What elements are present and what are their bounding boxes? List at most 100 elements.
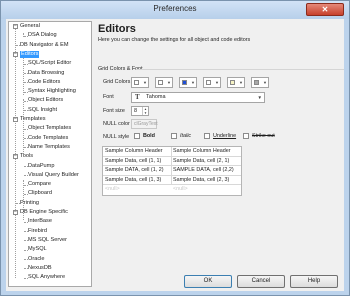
tree-connector xyxy=(24,193,28,195)
collapse-icon[interactable]: − xyxy=(13,117,18,122)
group-divider xyxy=(136,69,344,70)
spin-arrows-icon[interactable]: ▲ ▼ xyxy=(142,107,148,115)
tree-item[interactable]: MS SQL Server xyxy=(28,237,67,244)
bold-checkbox[interactable] xyxy=(134,133,140,139)
tree-item[interactable]: DB Engine Specific xyxy=(20,209,68,216)
tree-connector xyxy=(24,91,28,93)
chevron-down-icon: ▼ xyxy=(167,80,171,85)
tree-connector xyxy=(16,203,20,205)
close-button[interactable]: ✕ xyxy=(306,3,344,16)
tree-item[interactable]: Tools xyxy=(20,153,33,160)
table-cell: Sample Data, cell (2, 1) xyxy=(173,157,230,164)
tree-item[interactable]: Clipboard xyxy=(28,190,52,197)
column-divider xyxy=(171,147,172,185)
tree-connector xyxy=(24,240,28,242)
table-cell: Sample DATA, cell (1, 2) xyxy=(105,167,164,173)
null-style-label: NULL style xyxy=(103,134,130,140)
tree-item[interactable]: SQL Insight xyxy=(28,107,57,114)
collapse-icon[interactable]: − xyxy=(13,51,18,57)
tree-item[interactable]: Object Templates xyxy=(28,125,71,132)
tree-connector xyxy=(24,147,28,149)
tree-item[interactable]: Printing xyxy=(20,200,39,207)
tree-connector xyxy=(24,63,28,65)
table-cell: Sample Data, cell (1, 3) xyxy=(105,176,162,183)
null-cell: <null> xyxy=(105,186,120,192)
color-swatch xyxy=(182,80,187,85)
grid-color-picker-5[interactable]: ▼ xyxy=(227,77,245,88)
grid-color-picker-4[interactable]: ▼ xyxy=(203,77,221,88)
underline-checkbox[interactable] xyxy=(204,133,210,139)
tree-item[interactable]: Compare xyxy=(28,181,51,188)
grid-color-picker-6[interactable]: ▼ xyxy=(251,77,269,88)
truetype-font-icon: T xyxy=(135,93,140,101)
column-header: Sample Column Header xyxy=(105,148,163,154)
tree-item[interactable]: Object Editors xyxy=(28,97,63,104)
window-title: Preferences xyxy=(153,4,197,13)
tree-item[interactable]: Name Templates xyxy=(28,144,70,151)
tree-item[interactable]: Firebird xyxy=(28,228,47,235)
chevron-down-icon: ▼ xyxy=(239,80,243,85)
table-row: Sample Data, cell (1, 1) Sample Data, ce… xyxy=(103,157,241,166)
settings-tree[interactable]: General − DSA Dialog DB Navigator & EM Edito… xyxy=(8,21,92,287)
tree-item[interactable]: DSA Dialog xyxy=(28,32,57,39)
tree-item[interactable]: Editors xyxy=(20,50,40,59)
grid-color-picker-3[interactable]: ▼ xyxy=(179,77,197,88)
tree-connector xyxy=(24,73,28,74)
tree-item[interactable]: InterBase xyxy=(28,218,52,225)
color-swatch xyxy=(254,80,259,85)
tree-connector xyxy=(24,110,28,112)
tree-item[interactable]: Templates xyxy=(20,116,46,123)
font-size-input[interactable]: 8 ▲ ▼ xyxy=(131,106,149,116)
tree-connector xyxy=(24,82,28,84)
tree-item[interactable]: Data Browsing xyxy=(28,70,64,77)
chevron-down-icon: ▼ xyxy=(191,80,195,85)
color-swatch xyxy=(206,80,211,85)
null-color-value: clGrayText xyxy=(134,121,158,127)
tree-item[interactable]: NexusDB xyxy=(28,265,52,272)
page-description: Here you can change the settings for all… xyxy=(98,37,251,43)
tree-item[interactable]: Visual Query Builder xyxy=(28,172,79,179)
collapse-icon[interactable]: − xyxy=(13,210,18,215)
font-select[interactable]: T Tahoma ▼ xyxy=(131,92,265,103)
chevron-down-icon: ▼ xyxy=(257,95,262,100)
color-swatch xyxy=(134,80,139,85)
tree-item[interactable]: General xyxy=(20,23,40,30)
cancel-button[interactable]: Cancel xyxy=(237,275,285,288)
italic-label: Italic xyxy=(180,133,192,139)
tree-connector xyxy=(24,35,28,37)
tree-item[interactable]: DataPump xyxy=(28,163,54,170)
tree-item[interactable]: Code Editors xyxy=(28,79,60,86)
help-button[interactable]: Help xyxy=(290,275,338,288)
tree-item[interactable]: SQL/Script Editor xyxy=(28,60,71,67)
collapse-icon[interactable]: − xyxy=(13,24,18,29)
tree-connector xyxy=(24,221,28,223)
null-color-label: NULL color xyxy=(103,121,130,127)
page-title: Editors xyxy=(98,23,136,35)
tree-item[interactable]: Oracle xyxy=(28,256,44,263)
grid-colors-label: Grid Colors xyxy=(103,79,131,85)
underline-label: Underline xyxy=(213,133,237,139)
tree-item[interactable]: DB Navigator & EM xyxy=(20,42,69,49)
grid-color-picker-1[interactable]: ▼ xyxy=(131,77,149,88)
strikeout-checkbox[interactable] xyxy=(243,133,249,139)
title-bar[interactable]: Preferences ✕ xyxy=(1,1,349,19)
chevron-down-icon: ▼ xyxy=(263,80,267,85)
bold-label: Bold xyxy=(143,133,155,139)
tree-connector xyxy=(24,231,28,233)
tree-connector xyxy=(16,45,20,47)
tree-connector xyxy=(24,259,28,260)
table-row: <null> <null> xyxy=(103,185,241,195)
collapse-icon[interactable]: − xyxy=(13,154,18,160)
tree-connector xyxy=(24,100,28,102)
ok-button[interactable]: OK xyxy=(184,275,232,288)
tree-item[interactable]: Syntax Highlighting xyxy=(28,88,76,95)
italic-checkbox[interactable] xyxy=(171,133,177,139)
tree-item[interactable]: MySQL xyxy=(28,246,47,253)
table-cell: Sample Data, cell (2, 3) xyxy=(173,176,230,183)
tree-item[interactable]: Code Templates xyxy=(28,135,68,142)
grid-color-picker-2[interactable]: ▼ xyxy=(155,77,173,88)
tree-connector xyxy=(24,268,28,270)
null-color-select[interactable]: clGrayText xyxy=(131,119,158,129)
color-swatch xyxy=(158,80,163,85)
tree-connector xyxy=(24,249,28,251)
